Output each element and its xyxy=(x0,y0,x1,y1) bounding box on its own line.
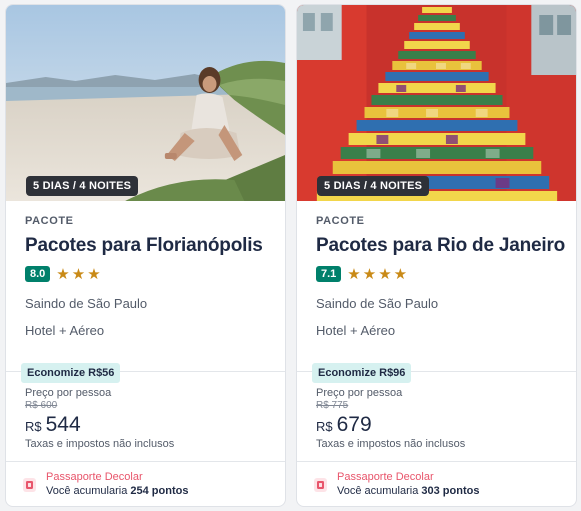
points-value: 303 pontos xyxy=(421,485,480,497)
old-price: R$ 600 xyxy=(25,400,58,411)
star-icon: ★ xyxy=(347,265,361,283)
passport-icon xyxy=(314,478,327,492)
destination-photo[interactable]: 5 DIAS / 4 NOITES xyxy=(6,5,285,201)
price-amount: 679 xyxy=(336,413,372,436)
price-amount: 544 xyxy=(45,413,81,436)
savings-badge: Economize R$56 xyxy=(21,363,121,383)
points-text: Você acumularia 254 pontos xyxy=(46,485,188,499)
product-text: Hotel + Aéreo xyxy=(316,323,396,338)
star-icon: ★ xyxy=(362,265,377,283)
product-text: Hotel + Aéreo xyxy=(25,323,105,338)
currency-symbol: R$ xyxy=(316,419,333,434)
package-title[interactable]: Pacotes para Rio de Janeiro xyxy=(316,235,565,257)
price-line: R$ 544 xyxy=(25,413,266,437)
rating-row: 7.1 ★ ★ ★ ★ xyxy=(316,265,557,283)
review-score-badge: 8.0 xyxy=(25,266,51,282)
taxes-note: Taxas e impostos não inclusos xyxy=(316,438,466,450)
savings-badge: Economize R$96 xyxy=(312,363,412,383)
duration-badge: 5 DIAS / 4 NOITES xyxy=(26,176,139,196)
beach-photo xyxy=(6,5,285,201)
destination-photo[interactable]: 5 DIAS / 4 NOITES xyxy=(297,5,576,201)
currency-symbol: R$ xyxy=(25,419,42,434)
passport-rewards: Passaporte Decolar Você acumularia 254 p… xyxy=(6,461,285,506)
points-prefix: Você acumularia xyxy=(46,485,128,497)
price-per-person-label: Preço por pessoa xyxy=(316,387,403,399)
points-value: 254 pontos xyxy=(130,485,189,497)
rating-row: 8.0 ★ ★ ★ xyxy=(25,265,266,283)
product-kind: PACOTE xyxy=(316,215,365,227)
passport-label: Passaporte Decolar xyxy=(337,471,434,484)
product-kind: PACOTE xyxy=(25,215,74,227)
old-price: R$ 775 xyxy=(316,400,349,411)
price-per-person-label: Preço por pessoa xyxy=(25,387,112,399)
price-block: Economize R$56 Preço por pessoa R$ 600 R… xyxy=(6,363,285,450)
review-score-badge: 7.1 xyxy=(316,266,342,282)
origin-text: Saindo de São Paulo xyxy=(25,296,148,311)
hotel-stars: ★ ★ ★ xyxy=(56,267,100,282)
star-icon: ★ xyxy=(56,265,70,283)
star-icon: ★ xyxy=(393,265,408,283)
staircase-photo xyxy=(297,5,576,201)
points-prefix: Você acumularia xyxy=(337,485,419,497)
package-card-florianopolis[interactable]: 5 DIAS / 4 NOITES PACOTE Pacotes para Fl… xyxy=(5,4,286,507)
passport-icon xyxy=(23,478,36,492)
hotel-stars: ★ ★ ★ ★ xyxy=(347,267,407,282)
package-title[interactable]: Pacotes para Florianópolis xyxy=(25,235,266,257)
star-icon: ★ xyxy=(87,265,101,283)
taxes-note: Taxas e impostos não inclusos xyxy=(25,438,175,450)
points-text: Você acumularia 303 pontos xyxy=(337,485,479,499)
passport-label: Passaporte Decolar xyxy=(46,471,143,484)
star-icon: ★ xyxy=(71,265,86,283)
price-line: R$ 679 xyxy=(316,413,557,437)
origin-text: Saindo de São Paulo xyxy=(316,296,439,311)
duration-badge: 5 DIAS / 4 NOITES xyxy=(317,176,430,196)
package-card-rio-de-janeiro[interactable]: 5 DIAS / 4 NOITES PACOTE Pacotes para Ri… xyxy=(296,4,577,507)
passport-rewards: Passaporte Decolar Você acumularia 303 p… xyxy=(297,461,576,506)
price-block: Economize R$96 Preço por pessoa R$ 775 R… xyxy=(297,363,576,450)
star-icon: ★ xyxy=(378,265,392,283)
